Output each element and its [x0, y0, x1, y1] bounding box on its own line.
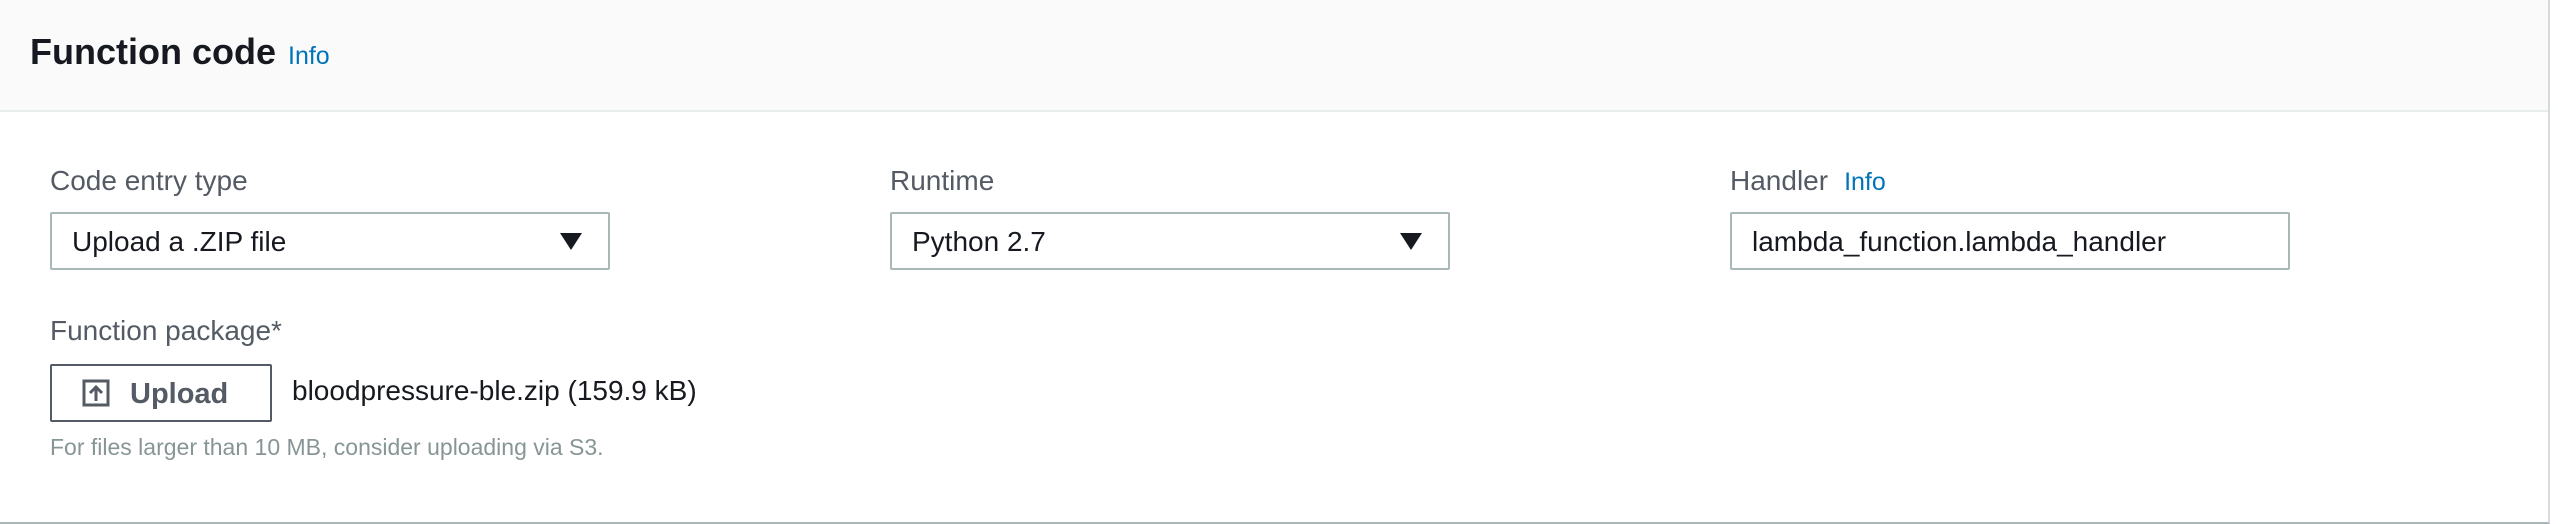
caret-down-icon — [1400, 233, 1422, 250]
code-entry-type-select[interactable]: Upload a .ZIP file — [50, 212, 610, 270]
handler-info-link[interactable]: Info — [1844, 168, 1886, 196]
handler-input[interactable]: lambda_function.lambda_handler — [1730, 212, 2290, 270]
section-info-link[interactable]: Info — [288, 40, 330, 72]
section-title: Function code — [30, 31, 276, 72]
upload-size-hint: For files larger than 10 MB, consider up… — [50, 434, 604, 460]
runtime-select[interactable]: Python 2.7 — [890, 212, 1450, 270]
function-code-panel: Function code Info Code entry type Uploa… — [0, 0, 2550, 524]
handler-label: Handler — [1730, 165, 1829, 196]
panel-header: Function code Info — [0, 0, 2548, 112]
handler-input-value: lambda_function.lambda_handler — [1752, 226, 2167, 257]
uploaded-file-name: bloodpressure-ble.zip (159.9 kB) — [292, 375, 697, 406]
upload-icon — [82, 379, 110, 407]
upload-button[interactable]: Upload — [50, 364, 272, 422]
runtime-value: Python 2.7 — [912, 226, 1046, 257]
upload-button-label: Upload — [130, 378, 229, 410]
code-entry-type-value: Upload a .ZIP file — [72, 226, 287, 257]
handler-label-row: Handler Info — [1730, 164, 1886, 199]
caret-down-icon — [560, 233, 582, 250]
runtime-label: Runtime — [890, 165, 995, 196]
function-package-label: Function package* — [50, 315, 282, 346]
code-entry-type-label: Code entry type — [50, 165, 248, 196]
